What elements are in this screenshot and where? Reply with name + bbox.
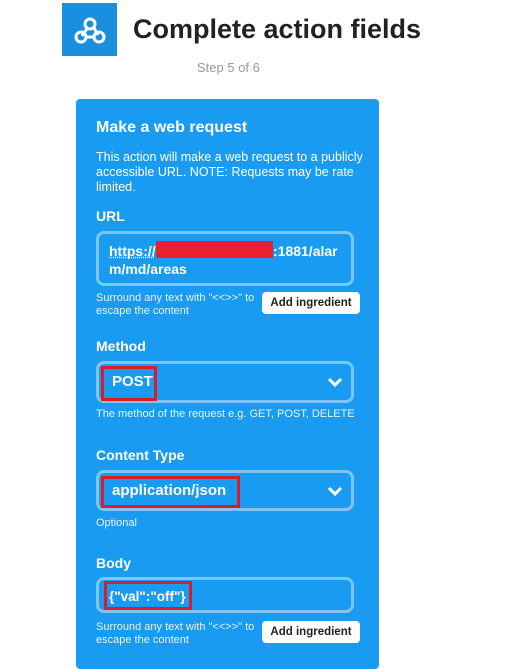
card-title: Make a web request (96, 119, 248, 136)
method-hint: The method of the request e.g. GET, POST… (96, 408, 355, 420)
url-prefix: https:// (109, 243, 156, 259)
webhook-logo (62, 3, 117, 56)
body-label: Body (96, 555, 131, 571)
body-add-ingredient-button[interactable]: Add ingredient (262, 621, 360, 643)
body-highlight-box (104, 581, 192, 610)
body-hint: Surround any text with "<<>>" to escape … (96, 621, 255, 646)
page-title: Complete action fields (133, 14, 422, 44)
card-description: This action will make a web request to a… (96, 150, 363, 194)
url-field[interactable]: https:// :1881/alar m/md/areas (96, 231, 354, 286)
chevron-down-icon (327, 486, 343, 497)
url-suffix-line1: :1881/alar (273, 243, 338, 259)
body-field[interactable]: {"val":"off"} (96, 577, 354, 613)
content-type-select[interactable]: application/json (96, 470, 354, 511)
content-type-highlight-box (101, 476, 240, 508)
action-fields-card: Make a web request This action will make… (76, 99, 379, 669)
content-type-hint: Optional (96, 517, 137, 529)
url-line2: m/md/areas (109, 261, 187, 277)
content-type-label: Content Type (96, 447, 185, 463)
method-label: Method (96, 338, 146, 354)
webhook-icon (74, 17, 105, 43)
chevron-down-icon (327, 377, 343, 388)
method-highlight-box (101, 366, 157, 401)
url-label: URL (96, 208, 125, 224)
redacted-host (156, 241, 273, 258)
method-select[interactable]: POST (96, 361, 354, 403)
url-add-ingredient-button[interactable]: Add ingredient (262, 292, 360, 314)
url-hint: Surround any text with "<<>>" to escape … (96, 292, 255, 317)
step-indicator: Step 5 of 6 (197, 60, 260, 75)
